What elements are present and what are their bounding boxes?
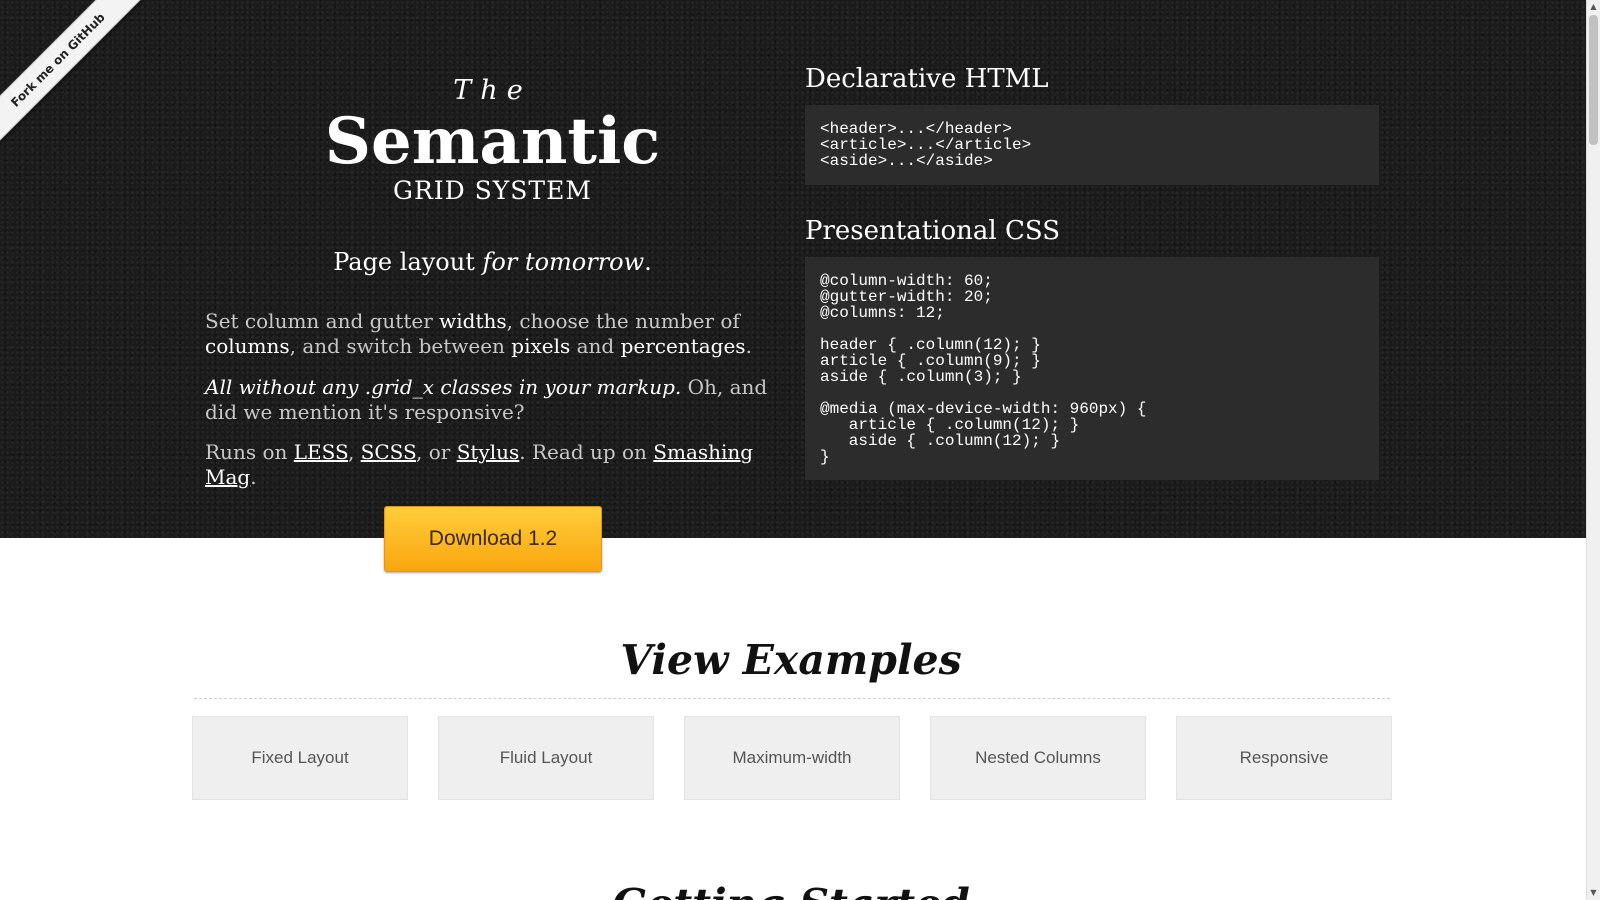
vertical-scrollbar[interactable]: ▲ ▼	[1586, 0, 1600, 900]
view-examples-heading: View Examples	[620, 636, 962, 684]
intro-text: ,	[347, 440, 361, 464]
download-button[interactable]: Download 1.2	[384, 506, 602, 572]
arrow-down-icon[interactable]: ▼	[1587, 886, 1600, 900]
brand-title: Semantic	[324, 104, 661, 179]
intro-paragraph-settings: Set column and gutter widths, choose the…	[205, 309, 785, 359]
tagline-suffix: .	[644, 248, 652, 276]
brand-the: The	[453, 75, 532, 106]
intro-text: Runs on	[205, 440, 294, 464]
intro-markup-emphasis: All without any .grid_x classes in your …	[205, 375, 682, 399]
intro-text: and	[570, 334, 621, 358]
intro-keyword-percentages: percentages	[620, 334, 746, 358]
page: Fork me on GitHub The Semantic GRID SYST…	[0, 0, 1600, 900]
intro-text: .	[250, 465, 257, 489]
less-link[interactable]: LESS	[294, 440, 348, 464]
arrow-up-icon[interactable]: ▲	[1587, 0, 1600, 14]
brand-logo: The Semantic GRID SYSTEM	[205, 74, 780, 206]
brand-subtitle: GRID SYSTEM	[393, 176, 592, 205]
intro-text: .	[745, 334, 752, 358]
scss-link[interactable]: SCSS	[361, 440, 416, 464]
example-maximum-width-button[interactable]: Maximum-width	[684, 716, 900, 800]
examples-list: Fixed Layout Fluid Layout Maximum-width …	[192, 716, 1392, 800]
presentational-css-code: @column-width: 60; @gutter-width: 20; @c…	[805, 257, 1379, 480]
scrollbar-thumb[interactable]	[1589, 15, 1598, 145]
intro-paragraph-preprocessors: Runs on LESS, SCSS, or Stylus. Read up o…	[205, 440, 785, 490]
presentational-css-heading: Presentational CSS	[805, 216, 1061, 246]
intro-text: , and switch between	[289, 334, 512, 358]
fork-ribbon-wrapper: Fork me on GitHub	[0, 0, 150, 150]
intro-keyword-pixels: pixels	[511, 334, 571, 358]
example-responsive-button[interactable]: Responsive	[1176, 716, 1392, 800]
intro-keyword-widths: widths	[439, 309, 507, 333]
example-fluid-layout-button[interactable]: Fluid Layout	[438, 716, 654, 800]
intro-text: , choose the number of	[506, 309, 740, 333]
fork-me-on-github-link[interactable]: Fork me on GitHub	[0, 0, 148, 150]
intro-text: Set column and gutter	[205, 309, 440, 333]
declarative-html-heading: Declarative HTML	[805, 64, 1049, 94]
tagline-emphasis: for tomorrow	[482, 248, 645, 276]
section-divider	[194, 698, 1390, 699]
getting-started-heading: Getting Started	[192, 880, 1390, 900]
hero-section: Fork me on GitHub The Semantic GRID SYST…	[0, 0, 1586, 538]
tagline: Page layout for tomorrow.	[205, 248, 780, 276]
example-fixed-layout-button[interactable]: Fixed Layout	[192, 716, 408, 800]
intro-text: . Read up on	[519, 440, 654, 464]
intro-paragraph-markup: All without any .grid_x classes in your …	[205, 375, 785, 425]
stylus-link[interactable]: Stylus	[457, 440, 520, 464]
example-nested-columns-button[interactable]: Nested Columns	[930, 716, 1146, 800]
intro-text: , or	[416, 440, 457, 464]
intro-keyword-columns: columns	[205, 334, 290, 358]
tagline-prefix: Page layout	[333, 248, 483, 276]
declarative-html-code: <header>...</header> <article>...</artic…	[805, 105, 1379, 185]
